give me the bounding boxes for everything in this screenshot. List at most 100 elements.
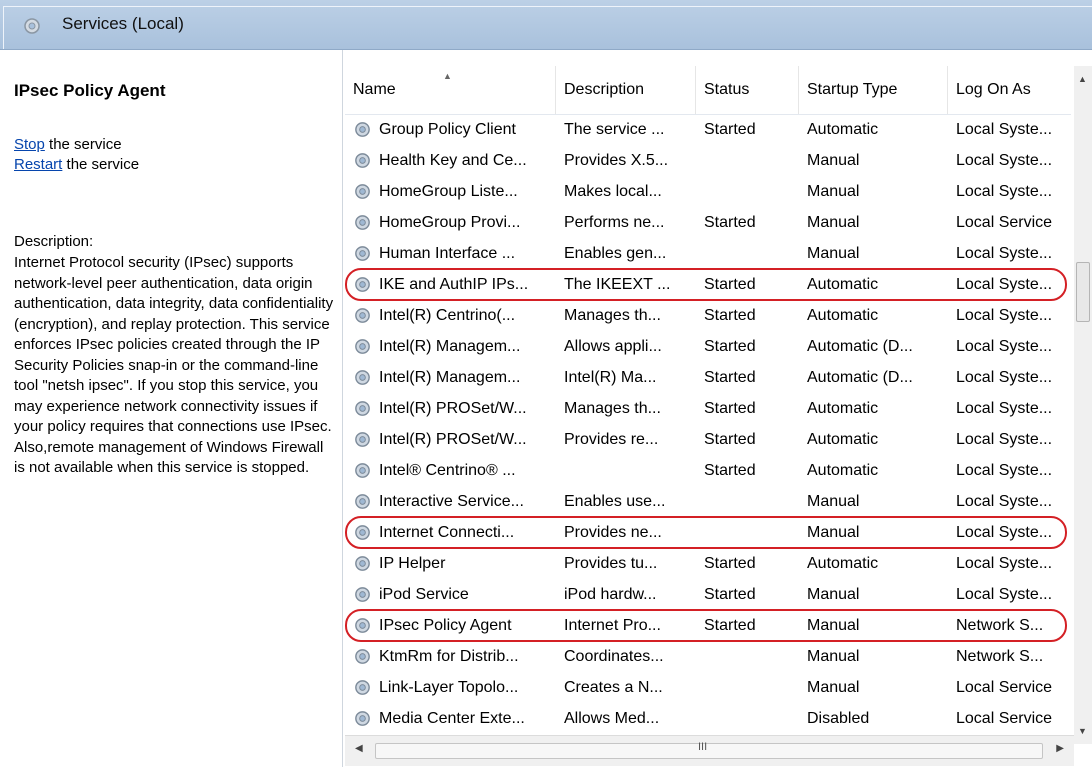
service-name-cell: Group Policy Client	[379, 121, 516, 138]
service-description-cell: Makes local...	[564, 183, 662, 200]
horizontal-scrollbar[interactable]: ◀ III ▶	[345, 735, 1074, 766]
scroll-up-icon[interactable]: ▲	[1078, 74, 1087, 84]
service-status-cell	[704, 145, 799, 176]
service-status-cell: Started	[704, 400, 756, 417]
gear-icon	[24, 18, 40, 34]
scroll-left-icon[interactable]: ◀	[355, 743, 363, 754]
service-logon-cell: Local Syste...	[956, 586, 1053, 603]
service-gear-icon	[355, 339, 370, 354]
service-logon-cell: Local Syste...	[956, 245, 1053, 262]
table-row[interactable]: Media Center Exte... Allows Med... Disable…	[345, 703, 1071, 734]
column-name[interactable]: ▲ Name	[345, 66, 556, 114]
table-row[interactable]: Human Interface ... Enables gen... Manual L…	[345, 238, 1071, 269]
service-description-cell: iPod hardw...	[564, 586, 657, 603]
service-gear-icon	[355, 246, 370, 261]
service-description-cell: Performs ne...	[564, 214, 665, 231]
service-description-cell: Provides tu...	[564, 555, 658, 572]
scroll-down-icon[interactable]: ▼	[1078, 726, 1087, 736]
console-header: Services (Local)	[0, 0, 1092, 50]
service-name-cell: IPsec Policy Agent	[379, 617, 512, 634]
service-startup-cell: Manual	[807, 648, 860, 665]
table-row[interactable]: iPod Service iPod hardw... Started Manual Lo…	[345, 579, 1071, 610]
column-startup-type[interactable]: Startup Type	[799, 66, 948, 114]
table-row[interactable]: IKE and AuthIP IPs... The IKEEXT ... Start…	[345, 268, 1071, 301]
table-row[interactable]: Interactive Service... Enables use... Manu…	[345, 486, 1071, 517]
column-log-on-as[interactable]: Log On As	[948, 66, 1071, 114]
table-row[interactable]: HomeGroup Liste... Makes local... Manual Lo…	[345, 176, 1071, 207]
table-row[interactable]: Intel(R) Managem... Intel(R) Ma... Started…	[345, 362, 1071, 393]
vertical-scroll-thumb[interactable]	[1076, 262, 1090, 322]
service-name-cell: Intel(R) PROSet/W...	[379, 400, 527, 417]
table-row[interactable]: Intel(R) Centrino(... Manages th... Starte…	[345, 300, 1071, 331]
service-name-cell: Intel(R) PROSet/W...	[379, 431, 527, 448]
horizontal-scroll-thumb[interactable]	[375, 743, 1043, 759]
service-gear-icon	[355, 215, 370, 230]
stop-suffix: the service	[44, 136, 122, 153]
service-description-cell: Provides X.5...	[564, 152, 669, 169]
service-description-cell: Intel(R) Ma...	[564, 369, 657, 386]
scroll-right-icon[interactable]: ▶	[1056, 743, 1064, 754]
table-row[interactable]: Intel® Centrino® ... Started Automatic Loca…	[345, 455, 1071, 486]
service-description-cell: Coordinates...	[564, 648, 664, 665]
table-row[interactable]: IPsec Policy Agent Internet Pro... Started…	[345, 609, 1071, 642]
service-logon-cell: Local Syste...	[956, 307, 1053, 324]
service-description-cell: Allows appli...	[564, 338, 662, 355]
table-row[interactable]: HomeGroup Provi... Performs ne... Started M…	[345, 207, 1071, 238]
service-logon-cell: Local Syste...	[956, 555, 1053, 572]
service-status-cell	[704, 176, 799, 207]
restart-link[interactable]: Restart	[14, 156, 62, 173]
table-row[interactable]: Intel(R) PROSet/W... Provides re... Starte…	[345, 424, 1071, 455]
services-list: ▲ Name Description Status Startup Type L…	[345, 66, 1092, 767]
table-row[interactable]: IP Helper Provides tu... Started Automatic L…	[345, 548, 1071, 579]
stop-link[interactable]: Stop	[14, 136, 45, 153]
service-logon-cell: Network S...	[956, 617, 1044, 634]
service-description-cell: The service ...	[564, 121, 665, 138]
service-logon-cell: Local Syste...	[956, 524, 1053, 541]
table-row[interactable]: Intel(R) Managem... Allows appli... Starte…	[345, 331, 1071, 362]
service-status-cell	[704, 641, 799, 672]
service-gear-icon	[355, 432, 370, 447]
table-row[interactable]: Group Policy Client The service ... Starte…	[345, 114, 1071, 145]
service-status-cell	[704, 238, 799, 269]
service-logon-cell: Local Syste...	[956, 338, 1053, 355]
service-gear-icon	[355, 308, 370, 323]
service-status-cell: Started	[704, 431, 756, 448]
service-name-cell: IP Helper	[379, 555, 446, 572]
service-status-cell: Started	[704, 121, 756, 138]
column-description-label: Description	[564, 81, 645, 98]
table-row[interactable]: Internet Connecti... Provides ne... Manual…	[345, 516, 1071, 549]
service-description-cell: The IKEEXT ...	[564, 276, 671, 293]
service-status-cell	[704, 703, 799, 734]
service-detail-panel: IPsec Policy Agent Stop the service Rest…	[0, 50, 343, 767]
table-row[interactable]: Health Key and Ce... Provides X.5... Manua…	[345, 145, 1071, 176]
service-logon-cell: Local Syste...	[956, 400, 1053, 417]
service-gear-icon	[355, 370, 370, 385]
service-description-cell: Enables use...	[564, 493, 666, 510]
service-status-cell: Started	[704, 307, 756, 324]
description-label: Description:	[14, 233, 94, 250]
service-logon-cell: Local Syste...	[956, 276, 1053, 293]
service-startup-cell: Automatic (D...	[807, 369, 913, 386]
table-row[interactable]: KtmRm for Distrib... Coordinates... Manual…	[345, 641, 1071, 672]
service-description-cell: Creates a N...	[564, 679, 663, 696]
sort-ascending-icon: ▲	[443, 71, 452, 81]
service-description-cell: Manages th...	[564, 400, 661, 417]
table-row[interactable]: Link-Layer Topolo... Creates a N... Manual…	[345, 672, 1071, 703]
service-startup-cell: Manual	[807, 183, 860, 200]
service-name-cell: Intel(R) Centrino(...	[379, 307, 516, 324]
column-description[interactable]: Description	[556, 66, 696, 114]
service-name-cell: Human Interface ...	[379, 245, 516, 262]
vertical-scrollbar[interactable]: ▲ ▼	[1074, 66, 1092, 744]
selected-service-name: IPsec Policy Agent	[14, 81, 166, 100]
service-status-cell: Started	[704, 338, 756, 355]
service-gear-icon	[355, 618, 370, 633]
service-description-cell: Provides ne...	[564, 524, 662, 541]
service-status-cell: Started	[704, 555, 756, 572]
service-startup-cell: Manual	[807, 524, 860, 541]
service-gear-icon	[355, 463, 370, 478]
service-logon-cell: Local Service	[956, 679, 1053, 696]
service-gear-icon	[355, 711, 370, 726]
column-status[interactable]: Status	[696, 66, 799, 114]
table-row[interactable]: Intel(R) PROSet/W... Manages th... Started…	[345, 393, 1071, 424]
service-name-cell: Intel(R) Managem...	[379, 369, 521, 386]
